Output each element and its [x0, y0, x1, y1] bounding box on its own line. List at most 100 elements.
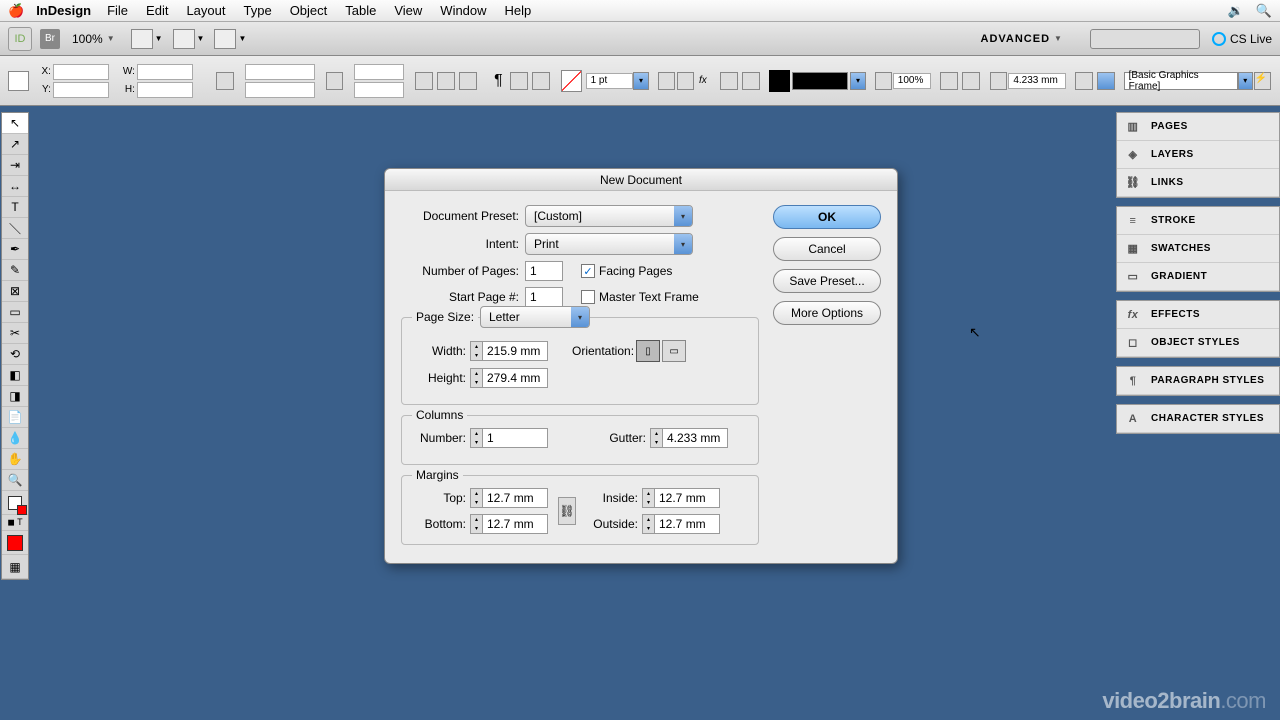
columns-number-input[interactable]: ▴▾ 1	[470, 428, 548, 448]
w-field[interactable]	[137, 64, 193, 80]
free-transform-tool[interactable]: ⟲	[2, 344, 28, 365]
line-tool[interactable]: ＼	[2, 218, 28, 239]
gradient-swatch-tool[interactable]: ◧	[2, 365, 28, 386]
scale-y-field[interactable]	[245, 82, 315, 98]
type-tool[interactable]: T	[2, 197, 28, 218]
text-wrap-1-icon[interactable]	[720, 72, 738, 90]
more-options-button[interactable]: More Options	[773, 301, 881, 325]
menu-help[interactable]: Help	[505, 3, 532, 18]
panel-swatches[interactable]: ▦SWATCHES	[1117, 235, 1279, 263]
num-pages-input[interactable]	[525, 261, 563, 281]
stroke-style[interactable]	[792, 72, 849, 90]
gutter-input[interactable]: ▴▾ 4.233 mm	[650, 428, 728, 448]
constrain-icon[interactable]	[216, 72, 234, 90]
margin-bottom-input[interactable]: ▴▾ 12.7 mm	[470, 514, 548, 534]
x-field[interactable]	[53, 64, 109, 80]
spotlight-icon[interactable]: 🔍	[1256, 3, 1272, 19]
panel-pages[interactable]: ▥PAGES	[1117, 113, 1279, 141]
reference-point-icon[interactable]	[8, 71, 29, 91]
direct-selection-tool[interactable]: ↗	[2, 134, 28, 155]
rotate-icon[interactable]	[326, 72, 343, 90]
margin-top-input[interactable]: ▴▾ 12.7 mm	[470, 488, 548, 508]
bridge-icon[interactable]: Br	[40, 29, 60, 49]
panel-paragraph-styles[interactable]: ¶PARAGRAPH STYLES	[1117, 367, 1279, 395]
menu-edit[interactable]: Edit	[146, 3, 168, 18]
stroke-style-dropdown[interactable]: ▾	[850, 72, 865, 90]
fill-swatch[interactable]	[561, 70, 582, 92]
rectangle-frame-tool[interactable]: ⊠	[2, 281, 28, 302]
doc-preset-select[interactable]: [Custom] ▾	[525, 205, 693, 227]
fit-2-icon[interactable]	[1097, 72, 1115, 90]
h-field[interactable]	[137, 82, 193, 98]
fill-stroke-swap[interactable]	[2, 491, 28, 515]
orientation-portrait[interactable]: ▯	[636, 340, 660, 362]
default-fill-stroke[interactable]	[2, 531, 28, 555]
workspace-dropdown-icon[interactable]: ▼	[1054, 34, 1062, 43]
rotate-field[interactable]	[354, 64, 404, 80]
flip-h-icon[interactable]	[415, 72, 433, 90]
cs-live-label[interactable]: CS Live	[1230, 32, 1272, 46]
view-options-2[interactable]	[173, 29, 195, 49]
page-tool[interactable]: ⇥	[2, 155, 28, 176]
pen-tool[interactable]: ✒	[2, 239, 28, 260]
selection-tool[interactable]: ↖	[2, 113, 28, 134]
panel-effects[interactable]: fxEFFECTS	[1117, 301, 1279, 329]
app-name[interactable]: InDesign	[36, 3, 91, 18]
save-preset-button[interactable]: Save Preset...	[773, 269, 881, 293]
ok-button[interactable]: OK	[773, 205, 881, 229]
facing-pages-checkbox[interactable]: ✓	[581, 264, 595, 278]
opacity-field[interactable]: 100%	[893, 73, 931, 89]
zoom-tool[interactable]: 🔍	[2, 470, 28, 491]
menu-table[interactable]: Table	[345, 3, 376, 18]
start-page-input[interactable]	[525, 287, 563, 307]
panel-object-styles[interactable]: ◻OBJECT STYLES	[1117, 329, 1279, 357]
view-mode[interactable]: ▦	[2, 555, 28, 579]
apple-icon[interactable]: 🍎	[8, 3, 24, 19]
preset-arrow[interactable]: ▾	[1238, 72, 1253, 90]
panel-layers[interactable]: ◈LAYERS	[1117, 141, 1279, 169]
cancel-button[interactable]: Cancel	[773, 237, 881, 261]
panel-character-styles[interactable]: ACHARACTER STYLES	[1117, 405, 1279, 433]
menu-type[interactable]: Type	[244, 3, 272, 18]
master-text-frame-checkbox[interactable]	[581, 290, 595, 304]
panel-gradient[interactable]: ▭GRADIENT	[1117, 263, 1279, 291]
fx-icon[interactable]	[658, 72, 675, 90]
quick-apply-icon[interactable]: ⚡	[1254, 72, 1271, 90]
width-input[interactable]: ▴▾ 215.9 mm	[470, 341, 548, 361]
stroke-weight-field[interactable]: 1 pt	[586, 73, 634, 89]
align-1-icon[interactable]	[940, 72, 958, 90]
workspace-switcher[interactable]: ADVANCED	[981, 33, 1051, 45]
gradient-feather-tool[interactable]: ◨	[2, 386, 28, 407]
panel-stroke[interactable]: ≡STROKE	[1117, 207, 1279, 235]
select-container-icon[interactable]	[510, 72, 528, 90]
menu-object[interactable]: Object	[290, 3, 328, 18]
opacity-icon[interactable]	[875, 72, 892, 90]
height-input[interactable]: ▴▾ 279.4 mm	[470, 368, 548, 388]
select-content-icon[interactable]	[532, 72, 550, 90]
effects-fx-icon[interactable]: fx	[699, 75, 707, 86]
hand-tool[interactable]: ✋	[2, 449, 28, 470]
zoom-dropdown-icon[interactable]: ▼	[107, 34, 115, 43]
scale-x-field[interactable]	[245, 64, 315, 80]
scissors-tool[interactable]: ✂	[2, 323, 28, 344]
apply-color[interactable]: ◼ T	[2, 515, 28, 531]
object-style-dropdown[interactable]: [Basic Graphics Frame]	[1124, 72, 1238, 90]
panel-links[interactable]: ⛓LINKS	[1117, 169, 1279, 197]
text-wrap-2-icon[interactable]	[742, 72, 760, 90]
link-margins-toggle[interactable]: ⛓	[558, 497, 576, 525]
page-size-select[interactable]: Letter ▾	[480, 306, 590, 328]
pencil-tool[interactable]: ✎	[2, 260, 28, 281]
volume-icon[interactable]: 🔉	[1228, 3, 1244, 19]
menu-layout[interactable]: Layout	[186, 3, 225, 18]
fit-1-icon[interactable]	[1075, 72, 1093, 90]
shear-field[interactable]	[354, 82, 404, 98]
align-2-icon[interactable]	[962, 72, 980, 90]
rotate-cw-icon[interactable]	[459, 72, 477, 90]
flip-v-icon[interactable]	[437, 72, 455, 90]
intent-select[interactable]: Print ▾	[525, 233, 693, 255]
y-field[interactable]	[53, 82, 109, 98]
gap-tool[interactable]: ↔	[2, 176, 28, 197]
cs-live-icon[interactable]	[1212, 32, 1226, 46]
fill-color-icon[interactable]	[769, 70, 790, 92]
menu-file[interactable]: File	[107, 3, 128, 18]
